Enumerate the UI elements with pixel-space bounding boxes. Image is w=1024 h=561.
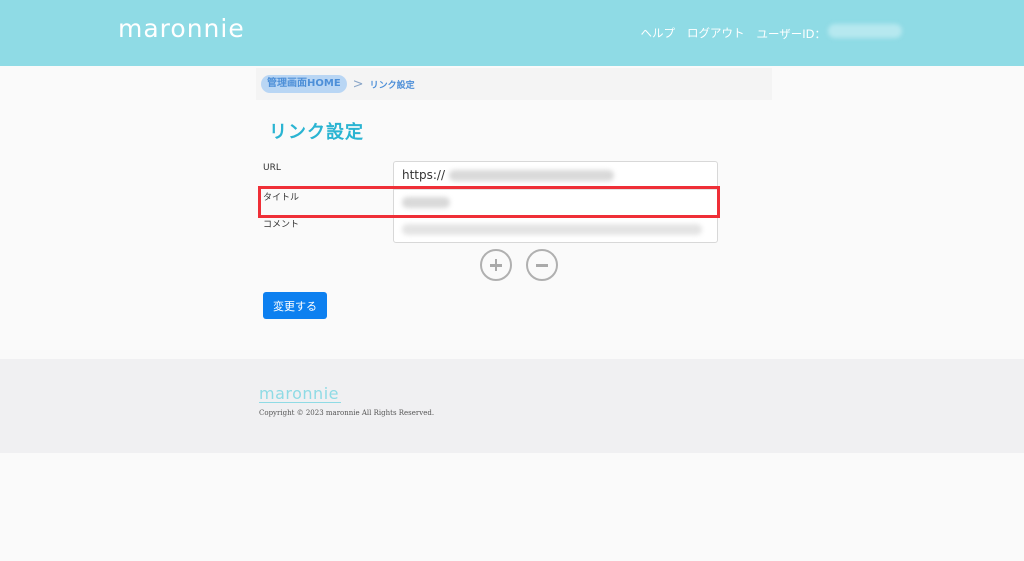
- user-id-value-redacted: [828, 24, 902, 38]
- url-field[interactable]: https://: [394, 162, 717, 188]
- remove-row-button[interactable]: [526, 249, 558, 281]
- url-field-redacted: [449, 169, 615, 181]
- logo[interactable]: maronnie: [118, 14, 245, 43]
- url-field-prefix: https://: [402, 168, 446, 182]
- comment-field-redacted: [402, 224, 702, 235]
- minus-icon: [536, 264, 548, 267]
- footer-logo[interactable]: maronnie: [259, 384, 339, 403]
- breadcrumb-home-link[interactable]: 管理画面HOME: [261, 75, 347, 93]
- breadcrumb: 管理画面HOME > リンク設定: [256, 68, 772, 100]
- help-link[interactable]: ヘルプ: [640, 25, 675, 41]
- submit-button[interactable]: 変更する: [263, 292, 327, 319]
- title-field-highlight: [258, 186, 720, 218]
- user-id-label: ユーザーID：: [756, 24, 902, 42]
- comment-label: コメント: [263, 220, 300, 230]
- comment-field[interactable]: [394, 216, 717, 242]
- footer-logo-underline: [259, 402, 341, 403]
- page-title: リンク設定: [269, 122, 364, 143]
- breadcrumb-current: リンク設定: [369, 80, 415, 91]
- copyright: Copyright © 2023 maronnie All Rights Res…: [259, 409, 435, 417]
- url-label: URL: [263, 163, 281, 173]
- breadcrumb-separator: >: [352, 76, 364, 92]
- logout-link[interactable]: ログアウト: [687, 25, 745, 41]
- user-id-label-text: ユーザーID：: [756, 27, 826, 41]
- header-nav: ヘルプ ログアウト ユーザーID：: [640, 24, 902, 42]
- plus-icon-vertical: [494, 259, 498, 271]
- add-row-button[interactable]: [480, 249, 512, 281]
- header: maronnie ヘルプ ログアウト ユーザーID：: [0, 0, 1024, 66]
- footer: maronnie Copyright © 2023 maronnie All R…: [0, 359, 1024, 453]
